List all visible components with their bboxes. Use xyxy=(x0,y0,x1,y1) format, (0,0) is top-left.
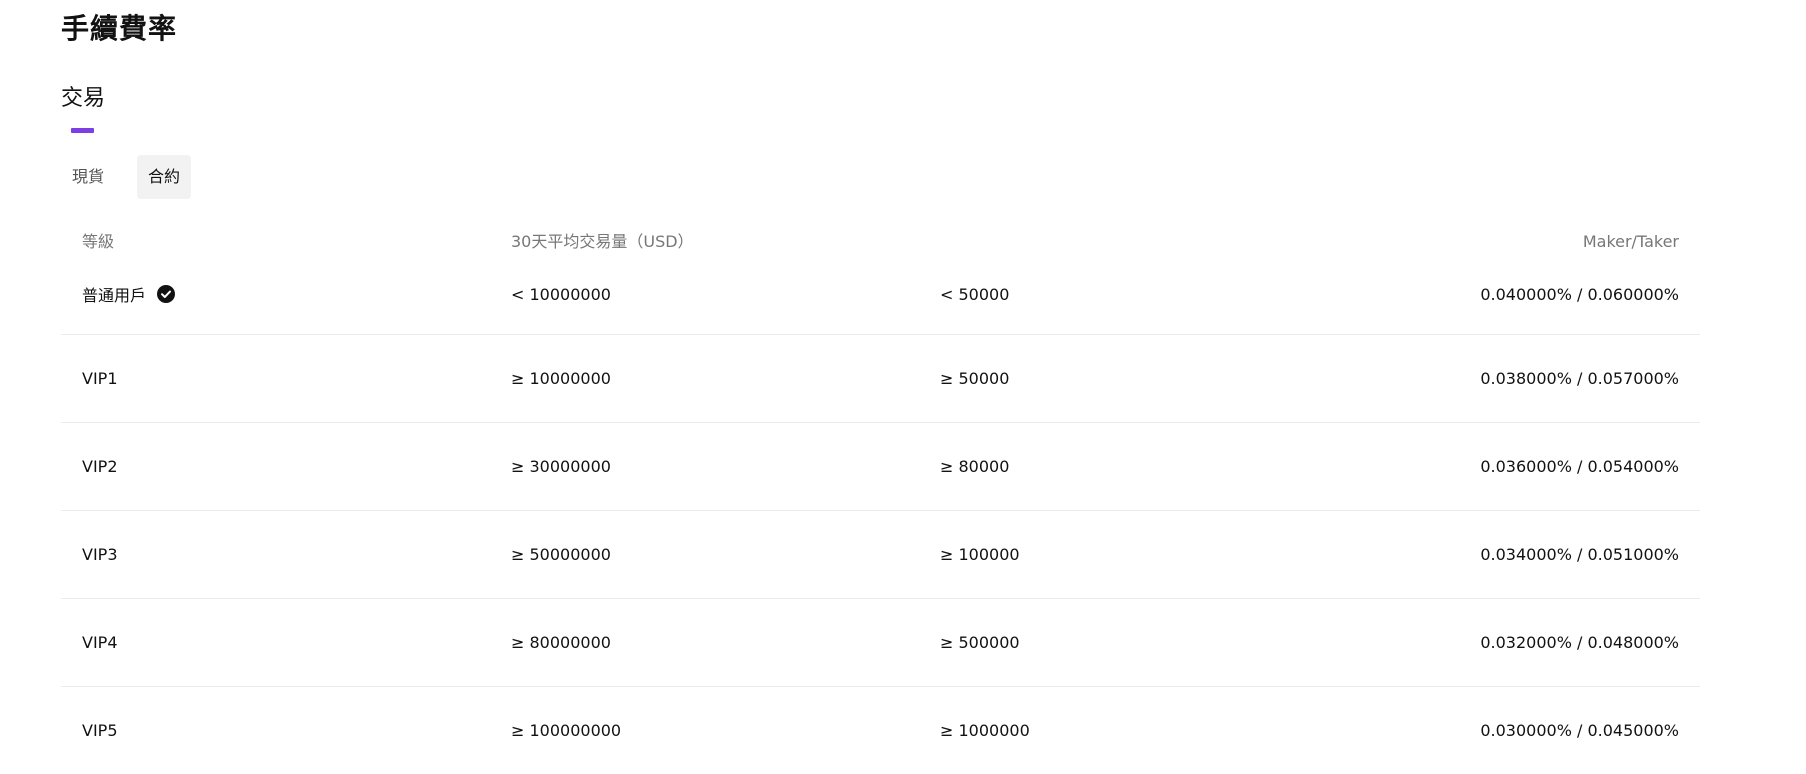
table-row: VIP3 ≥ 50000000 ≥ 100000 0.034000% / 0.0… xyxy=(61,511,1700,599)
level-label: VIP3 xyxy=(82,545,118,564)
fee-table: 等級 30天平均交易量（USD） Maker/Taker 普通用戶 < 1000… xyxy=(61,221,1700,774)
tab-futures[interactable]: 合約 xyxy=(137,155,192,199)
rate-cell: 0.036000% / 0.054000% xyxy=(1480,457,1679,476)
header-level: 等級 xyxy=(82,232,115,251)
table-row: VIP1 ≥ 10000000 ≥ 50000 0.038000% / 0.05… xyxy=(61,335,1700,423)
rate-cell: 0.030000% / 0.045000% xyxy=(1480,721,1679,740)
level-label: 普通用戶 xyxy=(82,286,147,305)
second-threshold-cell: ≥ 1000000 xyxy=(940,721,1030,740)
rate-cell: 0.032000% / 0.048000% xyxy=(1480,633,1679,652)
volume-cell: < 10000000 xyxy=(511,284,611,304)
header-maker-taker: Maker/Taker xyxy=(1582,232,1679,251)
table-row: VIP2 ≥ 30000000 ≥ 80000 0.036000% / 0.05… xyxy=(61,423,1700,511)
level-label: VIP2 xyxy=(82,457,118,476)
volume-cell: ≥ 50000000 xyxy=(511,545,611,564)
section-title: 交易 xyxy=(61,86,106,111)
table-row: VIP4 ≥ 80000000 ≥ 500000 0.032000% / 0.0… xyxy=(61,599,1700,687)
rate-cell: 0.040000% / 0.060000% xyxy=(1480,284,1679,304)
table-header: 等級 30天平均交易量（USD） Maker/Taker xyxy=(61,221,1700,263)
header-volume: 30天平均交易量（USD） xyxy=(511,232,694,251)
volume-cell: ≥ 10000000 xyxy=(511,369,611,388)
page-title: 手續費率 xyxy=(61,12,178,45)
level-cell: 普通用戶 xyxy=(82,263,176,325)
level-label: VIP1 xyxy=(82,369,118,388)
volume-cell: ≥ 100000000 xyxy=(511,721,622,740)
second-threshold-cell: ≥ 500000 xyxy=(940,633,1020,652)
section-underline xyxy=(71,128,94,133)
second-threshold-cell: < 50000 xyxy=(940,284,1010,304)
second-threshold-cell: ≥ 100000 xyxy=(940,545,1020,564)
volume-cell: ≥ 80000000 xyxy=(511,633,611,652)
volume-cell: ≥ 30000000 xyxy=(511,457,611,476)
level-label: VIP5 xyxy=(82,721,118,740)
second-threshold-cell: ≥ 80000 xyxy=(940,457,1010,476)
tab-spot[interactable]: 現貨 xyxy=(61,155,115,199)
rate-cell: 0.034000% / 0.051000% xyxy=(1480,545,1679,564)
check-circle-icon xyxy=(157,285,176,303)
rate-cell: 0.038000% / 0.057000% xyxy=(1480,369,1679,388)
table-row: VIP5 ≥ 100000000 ≥ 1000000 0.030000% / 0… xyxy=(61,687,1700,774)
second-threshold-cell: ≥ 50000 xyxy=(940,369,1010,388)
table-row: 普通用戶 < 10000000 < 50000 0.040000% / 0.06… xyxy=(61,263,1700,335)
level-label: VIP4 xyxy=(82,633,118,652)
